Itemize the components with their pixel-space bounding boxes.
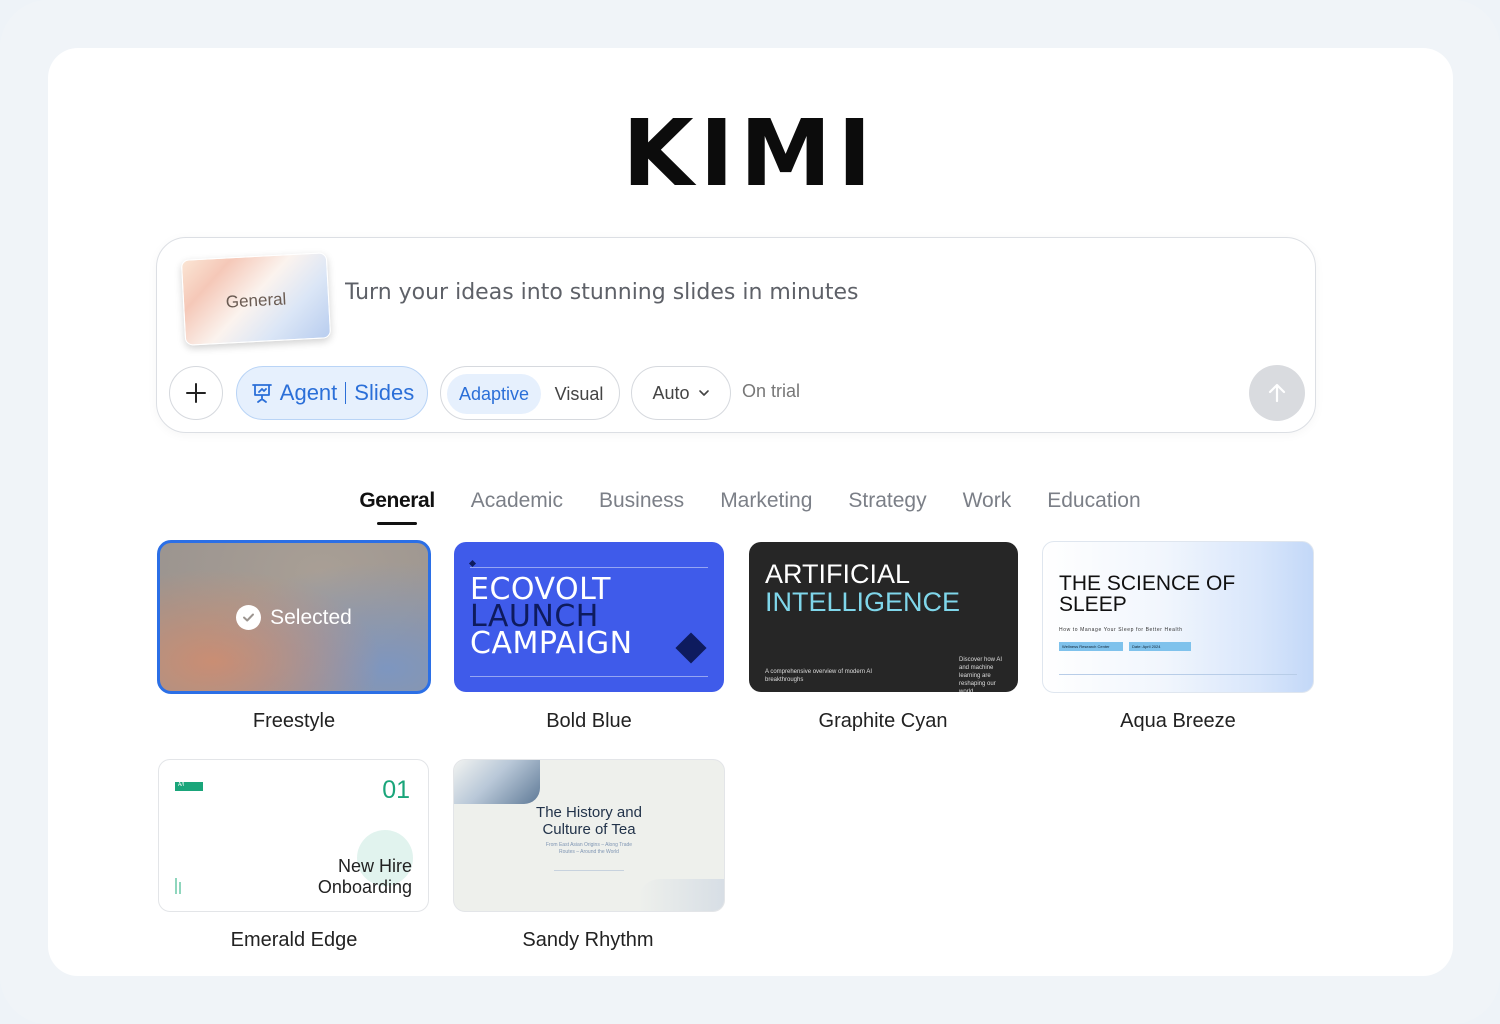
tab-general[interactable]: General — [359, 489, 435, 525]
decorative-bar — [175, 878, 177, 894]
template-name-bold-blue: Bold Blue — [546, 710, 632, 732]
slides-label: Slides — [354, 380, 415, 405]
tab-academic[interactable]: Academic — [471, 489, 563, 523]
preview-title: The History and Culture of Tea — [536, 804, 642, 838]
preview-title: New Hire Onboarding — [317, 856, 412, 897]
template-name-aqua-breeze: Aqua Breeze — [1120, 710, 1236, 732]
decorative-shape — [638, 879, 724, 911]
template-card-sandy-rhythm[interactable]: The History and Culture of Tea From East… — [453, 759, 725, 912]
agent-label: Agent — [279, 380, 338, 405]
tab-education[interactable]: Education — [1047, 489, 1140, 523]
template-name-emerald-edge: Emerald Edge — [230, 929, 358, 951]
preview-subtitle: From East Asian Origins – Along Trade — [545, 842, 633, 848]
preview-subtitle: How to Manage Your Sleep for Better Heal… — [1059, 627, 1183, 633]
mode-visual-option[interactable]: Visual — [545, 374, 613, 414]
template-name-sandy-rhythm: Sandy Rhythm — [522, 929, 654, 951]
model-select[interactable]: Auto — [631, 366, 731, 420]
template-card-bold-blue[interactable]: ECOVOLT LAUNCH CAMPAIGN — [454, 542, 724, 692]
agent-slides-button[interactable]: Agent Slides — [236, 366, 428, 420]
add-attachment-button[interactable] — [169, 366, 223, 420]
agent-divider — [345, 382, 347, 404]
tab-strategy[interactable]: Strategy — [848, 489, 926, 523]
preview-footer-left: A comprehensive overview of modern AI br… — [765, 669, 873, 683]
check-icon — [236, 605, 262, 630]
template-card-emerald-edge[interactable]: A/I 01 New Hire Onboarding — [158, 759, 429, 912]
selected-label: Selected — [270, 605, 352, 629]
chevron-down-icon — [698, 390, 709, 396]
selected-badge: Selected — [160, 605, 428, 630]
template-card-aqua-breeze[interactable]: THE SCIENCE OF SLEEP How to Manage Your … — [1042, 541, 1314, 693]
preview-divider — [470, 676, 708, 677]
tab-marketing[interactable]: Marketing — [720, 489, 812, 523]
preview-title: ARTIFICIAL INTELLIGENCE — [765, 559, 961, 617]
preview-title: ECOVOLT LAUNCH CAMPAIGN — [470, 572, 633, 661]
mode-adaptive-option[interactable]: Adaptive — [447, 374, 541, 414]
preview-divider — [554, 870, 624, 871]
plus-icon — [186, 383, 206, 403]
kimi-logo: KIMI — [622, 100, 878, 207]
mode-toggle: Adaptive Visual — [440, 366, 620, 420]
decorative-shape — [454, 760, 540, 804]
preview-footer-right: Discover how AI and machine learning are… — [959, 657, 1003, 692]
preview-subtitle: Routes – Around the World — [559, 849, 619, 855]
diamond-shape — [675, 632, 707, 664]
presentation-icon — [251, 384, 272, 403]
send-button[interactable] — [1249, 365, 1305, 421]
arrow-up-icon — [1268, 383, 1286, 403]
preview-tag: A/I — [175, 782, 203, 791]
template-card-graphite-cyan[interactable]: ARTIFICIAL INTELLIGENCE A comprehensive … — [749, 542, 1018, 692]
preview-number: 01 — [382, 776, 410, 804]
preview-divider — [1059, 674, 1297, 675]
tab-work[interactable]: Work — [963, 489, 1012, 523]
preview-divider — [470, 567, 708, 568]
preview-logo-mark — [468, 559, 477, 568]
prompt-composer: General Agent Slides Adaptive Visual Aut… — [156, 237, 1316, 433]
template-chip-label: General — [225, 289, 287, 312]
category-tabs: General Academic Business Marketing Stra… — [0, 489, 1500, 525]
selected-template-chip[interactable]: General — [180, 252, 332, 346]
preview-tag: Wellness Research Center — [1059, 642, 1123, 651]
preview-title: THE SCIENCE OF SLEEP — [1059, 572, 1236, 616]
prompt-input[interactable] — [345, 262, 1245, 322]
tab-business[interactable]: Business — [599, 489, 684, 523]
template-name-freestyle: Freestyle — [252, 710, 336, 732]
decorative-bar — [179, 882, 181, 894]
preview-tag: Date: April 2024 — [1129, 642, 1191, 651]
template-card-freestyle[interactable]: Selected — [157, 540, 431, 694]
model-select-value: Auto — [652, 382, 690, 403]
template-name-graphite-cyan: Graphite Cyan — [818, 710, 948, 732]
trial-status: On trial — [742, 381, 801, 401]
